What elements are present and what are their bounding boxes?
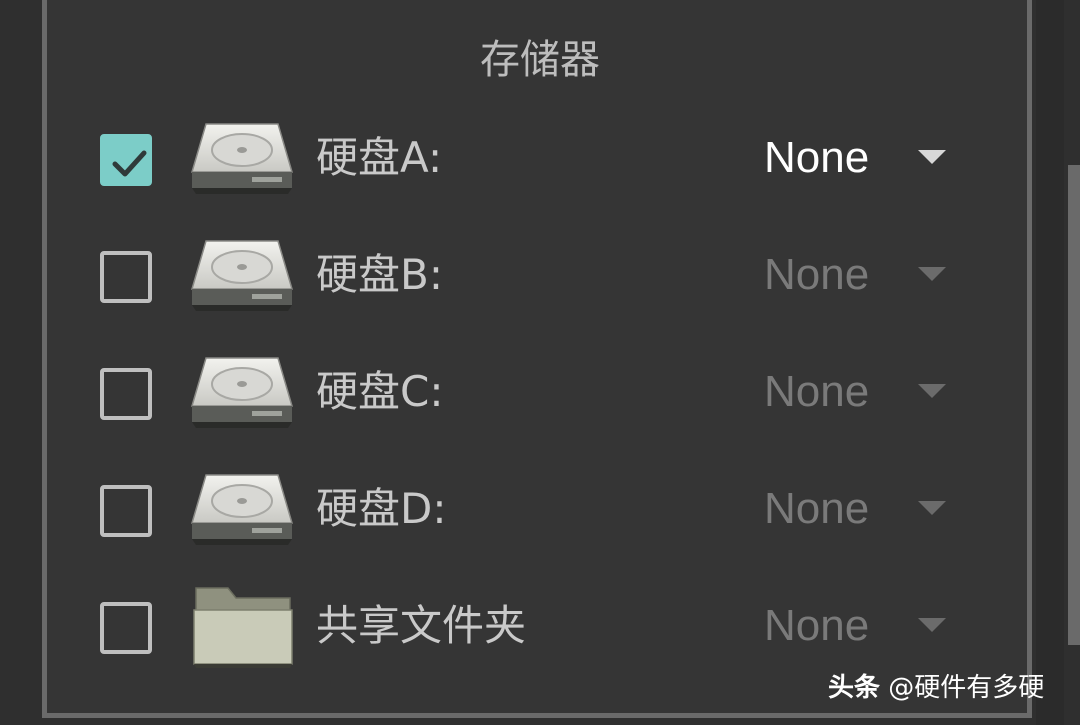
disk-d-select[interactable]: None [764,477,964,541]
shared-folder-select[interactable]: None [764,594,964,658]
panel-title: 存储器 [480,37,600,83]
watermark-brand: 头条 [828,673,881,703]
disk-c-label: 硬盘C: [316,367,444,416]
storage-row-disk-d: 硬盘D: None [0,465,1080,555]
watermark: 头条 @硬件有多硬 [828,668,1044,708]
chevron-down-icon [918,618,946,632]
disk-a-select[interactable]: None [764,126,964,190]
storage-row-disk-a: 硬盘A: None [0,114,1080,204]
chevron-down-icon [918,150,946,164]
watermark-handle: @硬件有多硬 [888,673,1045,703]
disk-a-select-value: None [764,133,870,182]
storage-row-disk-c: 硬盘C: None [0,348,1080,438]
hard-disk-icon [188,114,296,194]
disk-b-label: 硬盘B: [316,250,443,299]
shared-folder-label: 共享文件夹 [316,601,527,650]
shared-folder-select-value: None [764,601,870,650]
storage-row-disk-b: 硬盘B: None [0,231,1080,321]
disk-d-select-value: None [764,484,870,533]
check-icon [112,150,147,177]
disk-a-label: 硬盘A: [316,133,443,182]
disk-d-checkbox[interactable] [100,485,152,537]
disk-b-checkbox[interactable] [100,251,152,303]
chevron-down-icon [918,384,946,398]
disk-d-label: 硬盘D: [316,484,447,533]
disk-c-select[interactable]: None [764,360,964,424]
folder-icon [188,582,296,668]
chevron-down-icon [918,267,946,281]
hard-disk-icon [188,465,296,545]
disk-c-checkbox[interactable] [100,368,152,420]
hard-disk-icon [188,348,296,428]
hard-disk-icon [188,231,296,311]
disk-a-checkbox[interactable] [100,134,152,186]
disk-c-select-value: None [764,367,870,416]
disk-b-select-value: None [764,250,870,299]
storage-row-shared-folder: 共享文件夹 None [0,582,1080,672]
shared-folder-checkbox[interactable] [100,602,152,654]
disk-b-select[interactable]: None [764,243,964,307]
chevron-down-icon [918,501,946,515]
